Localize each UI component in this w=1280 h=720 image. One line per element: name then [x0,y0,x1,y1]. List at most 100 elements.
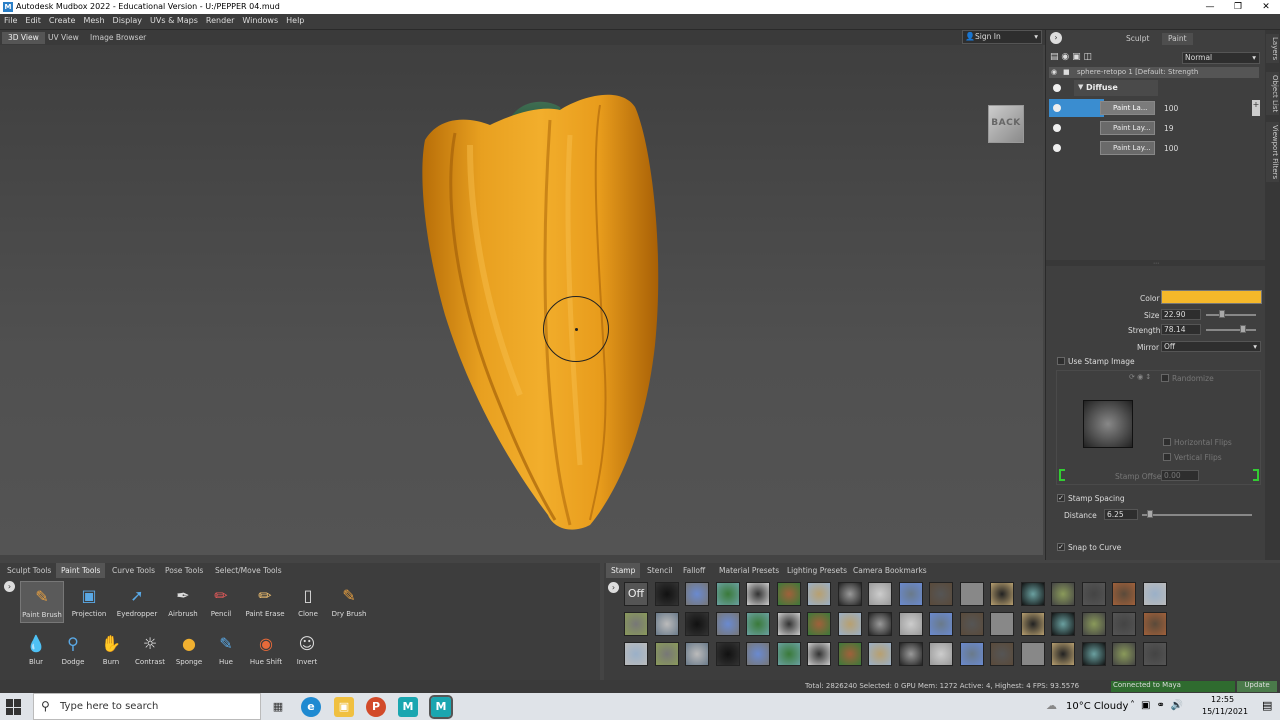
menu-edit[interactable]: Edit [21,14,45,27]
paint-brush-tool[interactable]: ✎ Paint Brush [20,581,64,623]
stamp-preview-image[interactable] [1083,400,1133,448]
stamp-thumbnail[interactable] [1112,582,1136,606]
view-cube[interactable]: BACK [988,105,1024,143]
stamp-thumbnail[interactable] [685,582,709,606]
stamp-thumbnail[interactable] [807,642,831,666]
stamp-thumbnail[interactable] [807,582,831,606]
tab-paint[interactable]: Paint [1162,33,1193,45]
menu-windows[interactable]: Windows [238,14,282,27]
tab-layers[interactable]: Layers [1266,34,1279,64]
stamp-thumbnail[interactable] [868,582,892,606]
powerpoint-icon[interactable]: P [366,697,386,717]
distance-slider[interactable] [1142,514,1252,516]
update-button[interactable]: Update [1237,681,1277,692]
distance-field[interactable]: 6.25 [1104,509,1138,520]
trash-icon[interactable]: ◫ [1084,52,1093,62]
expand-icon[interactable]: › [1050,32,1062,44]
panel-splitter[interactable]: ⋯ [1046,260,1266,267]
channel-diffuse[interactable]: Diffuse [1074,80,1158,96]
stamp-thumbnail[interactable] [624,612,648,636]
blend-mode-select[interactable]: Normal ▾ [1182,52,1260,64]
size-slider-knob[interactable] [1219,310,1226,318]
layers-icon[interactable]: ▤ [1050,52,1059,62]
minimize-button[interactable]: — [1196,0,1224,14]
stamp-thumbnail[interactable] [1051,612,1075,636]
snap-to-curve-checkbox[interactable]: ✓ [1057,543,1065,551]
stamp-thumbnail[interactable] [837,582,862,606]
stamp-thumbnail[interactable] [1142,642,1167,666]
pencil-tool[interactable]: ✏ Pencil [199,581,243,623]
strength-slider[interactable] [1206,329,1256,331]
close-button[interactable]: ✕ [1252,0,1280,14]
stamp-thumbnail[interactable] [746,612,770,636]
stamp-thumbnail[interactable] [654,582,679,606]
size-field[interactable]: 22.90 [1161,309,1201,320]
vertical-flips-checkbox[interactable] [1163,453,1171,461]
stamp-thumbnail[interactable] [685,642,709,666]
stamp-thumbnail[interactable] [990,642,1014,666]
menu-help[interactable]: Help [282,14,308,27]
stamp-off-button[interactable]: Off [624,582,648,606]
stamp-thumbnail[interactable] [1020,612,1045,636]
tab-3d-view[interactable]: 3D View [2,32,45,44]
stamp-thumbnail[interactable] [746,582,770,606]
projection-tool[interactable]: ▣ Projection [67,581,111,623]
add-layer-icon[interactable]: + [1252,100,1260,116]
expand-icon[interactable]: › [4,581,15,592]
randomize-checkbox[interactable] [1161,374,1169,382]
stamp-thumbnail[interactable] [929,642,953,666]
mudbox-active-icon[interactable]: M [429,695,453,719]
distance-slider-knob[interactable] [1147,510,1153,518]
clone-tool[interactable]: ▯ Clone [286,581,330,623]
tab-camera-bookmarks[interactable]: Camera Bookmarks [848,563,932,578]
stamp-thumbnail[interactable] [868,642,892,666]
stamp-thumbnail[interactable] [1112,612,1136,636]
stamp-thumbnail[interactable] [807,612,831,636]
contrast-tool[interactable]: ☼ Contrast [128,629,172,671]
stamp-thumbnail[interactable] [898,612,923,636]
sign-in-button[interactable]: 👤 Sign In ▾ [962,30,1042,44]
windows-start-icon[interactable] [6,699,22,715]
stamp-thumbnail[interactable] [746,642,770,666]
stamp-thumbnail[interactable] [929,582,953,606]
tab-curve-tools[interactable]: Curve Tools [107,563,160,578]
visibility-toggle[interactable] [1053,84,1061,92]
stamp-thumbnail[interactable] [1081,612,1106,636]
expand-icon[interactable]: › [608,582,619,593]
notifications-icon[interactable]: ▤ [1262,699,1272,712]
stamp-thumbnail[interactable] [1051,582,1075,606]
stamp-thumbnail[interactable] [1081,582,1106,606]
stamp-thumbnail[interactable] [715,582,740,606]
dry-brush-tool[interactable]: ✎ Dry Brush [327,581,371,623]
eyedropper-tool[interactable]: ➚ Eyedropper [115,581,159,623]
visibility-toggle[interactable] [1053,124,1061,132]
stamp-thumbnail[interactable] [1081,642,1106,666]
stamp-thumbnail[interactable] [898,642,923,666]
tab-material-presets[interactable]: Material Presets [714,563,784,578]
stamp-thumbnail[interactable] [654,642,679,666]
lock-icon[interactable]: ■ [1063,68,1070,76]
tab-paint-tools[interactable]: Paint Tools [56,563,106,578]
paint-layer-2[interactable]: Paint Lay... [1100,121,1155,135]
stamp-thumbnail[interactable] [715,612,740,636]
menu-render[interactable]: Render [202,14,238,27]
menu-uvs-maps[interactable]: UVs & Maps [146,14,202,27]
stamp-thumbnail[interactable] [959,612,984,636]
stamp-thumbnail[interactable] [1112,642,1136,666]
stamp-thumbnail[interactable] [1051,642,1075,666]
horizontal-flips-checkbox[interactable] [1163,438,1171,446]
hue-tool[interactable]: ✎ Hue [204,629,248,671]
rotate-icon[interactable]: ⟳ ◉ ↕ [1129,373,1151,381]
menu-file[interactable]: File [0,14,21,27]
stamp-thumbnail[interactable] [898,582,923,606]
tab-image-browser[interactable]: Image Browser [84,32,152,44]
camera-icon[interactable]: ◉ [1061,52,1069,62]
tab-stamp[interactable]: Stamp [606,563,641,578]
tab-select-move-tools[interactable]: Select/Move Tools [210,563,287,578]
folder-icon[interactable]: ▣ [1072,52,1081,62]
tab-stencil[interactable]: Stencil [642,563,677,578]
stamp-thumbnail[interactable] [1142,612,1167,636]
maximize-button[interactable]: ❐ [1224,0,1252,14]
paint-layer-3[interactable]: Paint Lay... [1100,141,1155,155]
stamp-thumbnail[interactable] [776,582,801,606]
